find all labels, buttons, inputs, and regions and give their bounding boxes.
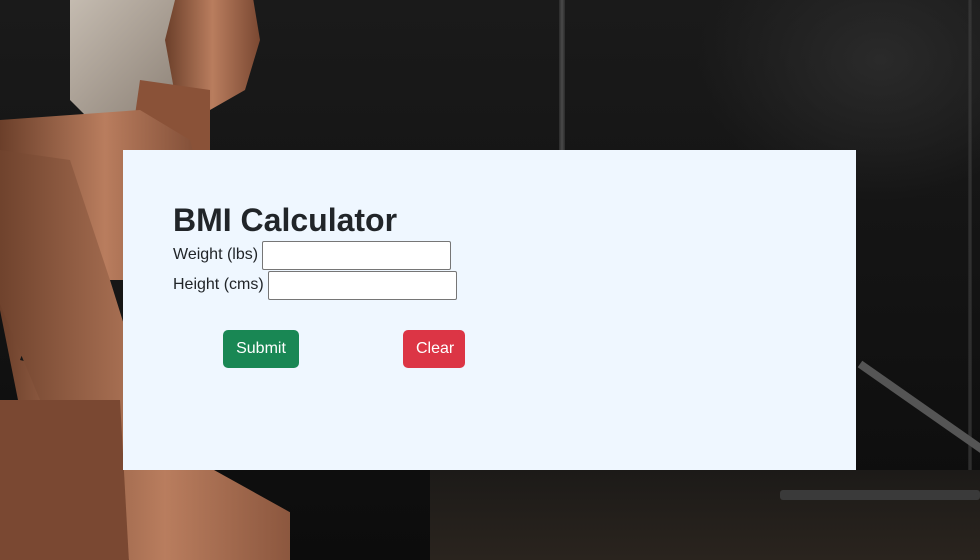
- page-title: BMI Calculator: [173, 202, 398, 238]
- height-label: Height (cms): [173, 276, 264, 293]
- weight-row: Weight (lbs): [173, 240, 856, 270]
- submit-button[interactable]: Submit: [223, 330, 299, 368]
- clear-button[interactable]: Clear: [403, 330, 465, 368]
- height-row: Height (cms): [173, 270, 856, 300]
- weight-input[interactable]: [262, 240, 452, 270]
- height-input[interactable]: [267, 270, 457, 300]
- button-row: Submit Clear: [173, 300, 856, 368]
- weight-label: Weight (lbs): [173, 246, 259, 263]
- bmi-calculator-card: BMI Calculator Weight (lbs) Height (cms)…: [123, 150, 856, 470]
- gym-floor: [430, 470, 980, 560]
- gym-rack: [780, 490, 980, 500]
- gym-bar: [857, 360, 980, 460]
